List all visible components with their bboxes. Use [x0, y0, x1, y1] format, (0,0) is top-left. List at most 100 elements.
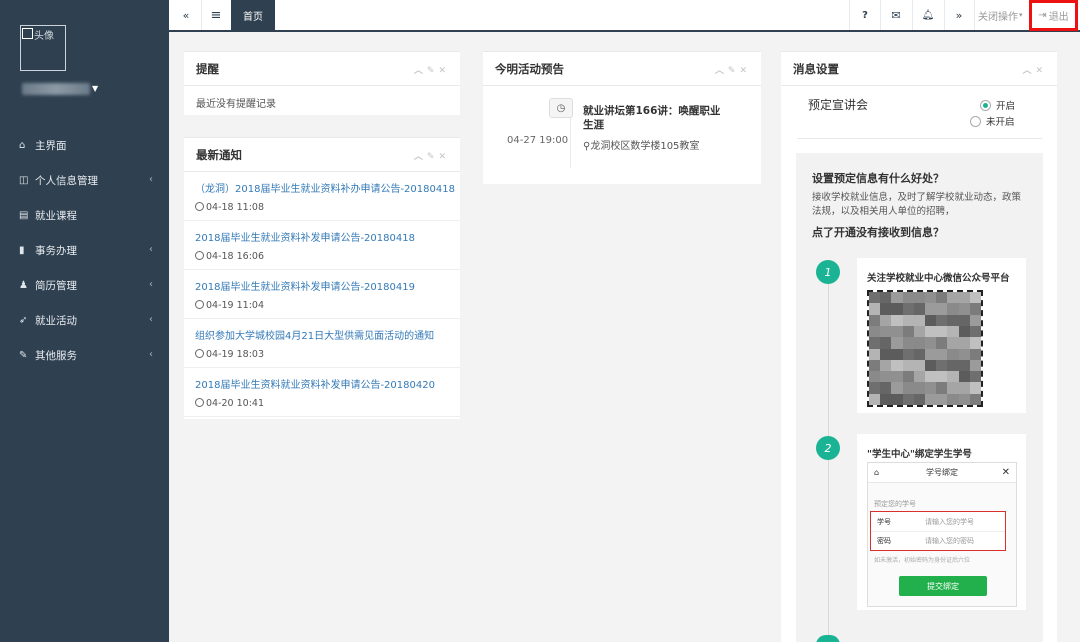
close-icon: ✕: [1001, 467, 1010, 478]
collapse-icon[interactable]: ︿: [414, 66, 427, 76]
notice-link[interactable]: 组织参加大学城校园4月21日大型供需见面活动的通知: [195, 327, 449, 342]
notices-title: 最新通知: [196, 147, 242, 162]
divider: [201, 0, 202, 30]
wrench-icon[interactable]: ✎: [728, 66, 740, 76]
scroll-left-icon[interactable]: «: [173, 0, 199, 30]
mini-student-placeholder: 请输入您的学号: [925, 517, 974, 526]
sitemap-icon: ♟: [19, 280, 28, 291]
step-number-partial: [816, 635, 840, 642]
sidebar-item[interactable]: ◫ 个人信息管理 ‹: [0, 163, 169, 198]
chevron-left-icon: ‹: [149, 174, 153, 185]
sidebar-item-label: 事务办理: [35, 245, 77, 257]
logout-label: 退出: [1048, 12, 1069, 23]
notice-time-text: 04-18 11:08: [206, 202, 265, 213]
mini-submit-button: 提交绑定: [899, 576, 987, 596]
reminder-empty-text: 最近没有提醒记录: [196, 99, 276, 110]
activity-title: 今明活动预告: [495, 61, 564, 76]
bell-icon[interactable]: 🔔︎: [913, 0, 943, 30]
benefit-text: 接收学校就业信息，及时了解学校就业动态，政策法规，以及相关用人单位的招聘，: [812, 192, 1022, 217]
notice-link[interactable]: 2018届毕业生就业资料补发申请公告-20180418: [195, 229, 449, 244]
step2-title: "学生中心"绑定学生学号: [867, 449, 972, 460]
notice-link[interactable]: 2018届毕业生资料就业资料补发申请公告-20180420: [195, 376, 449, 391]
avatar[interactable]: 头像: [20, 25, 66, 71]
binding-screenshot: ⌂ 学号绑定 ✕ 预定您的学号 学号 请输入您的学号 密码 请输入您的密码 如未激活…: [867, 462, 1017, 607]
help-icon[interactable]: ?: [851, 0, 879, 30]
notice-link[interactable]: （龙洞）2018届毕业生就业资料补办申请公告-20180418: [195, 180, 455, 195]
notice-item: 2018届毕业生就业资料补发申请公告-20180418 04-18 16:06: [184, 221, 460, 270]
mini-student-row: 学号 请输入您的学号: [871, 512, 1005, 531]
notice-item: 2018届毕业生资料就业资料补发申请公告-20180420 04-20 10:41: [184, 368, 460, 417]
reminder-panel: 提醒 ︿✎✕ 最近没有提醒记录: [184, 51, 460, 115]
caret-down-icon: ▾: [1019, 11, 1023, 19]
benefit-heading: 设置预定信息有什么好处？: [812, 172, 944, 185]
username-redacted[interactable]: [22, 83, 90, 95]
file-icon: ▮: [19, 245, 25, 256]
rocket-icon: ➶: [19, 315, 28, 326]
clock-icon: [195, 251, 204, 260]
notice-time: 04-20 10:41: [195, 398, 449, 409]
radio-off-label: 未开启: [986, 117, 1015, 128]
sidebar-item-label: 就业课程: [35, 210, 77, 222]
sidebar-item[interactable]: ▮ 事务办理 ‹: [0, 233, 169, 268]
close-icon[interactable]: ✕: [1035, 66, 1047, 76]
notice-item: （龙洞）2018届毕业生就业资料补办申请公告-20180418 04-18 11:…: [184, 172, 460, 221]
sidebar-item-label: 就业活动: [35, 315, 77, 327]
sidebar-item-label: 其他服务: [35, 350, 77, 362]
scroll-right-icon[interactable]: »: [945, 0, 973, 30]
wrench-icon[interactable]: ✎: [427, 66, 439, 76]
clock-icon: [195, 398, 204, 407]
clock-icon: [195, 300, 204, 309]
notice-list: （龙洞）2018届毕业生就业资料补办申请公告-20180418 04-18 11:…: [184, 172, 460, 417]
notice-time-text: 04-18 16:06: [206, 251, 265, 262]
panel-title: 今明活动预告 ︿✎✕: [483, 52, 761, 86]
panel-tools[interactable]: ︿✎✕: [715, 63, 751, 76]
sidebar-item[interactable]: ♟ 简历管理 ‹: [0, 268, 169, 303]
panel-tools[interactable]: ︿✕: [1022, 63, 1047, 76]
notice-time: 04-19 11:04: [195, 300, 449, 311]
option-label: 预定宣讲会: [808, 98, 869, 112]
collapse-icon[interactable]: ︿: [1022, 66, 1035, 76]
sidebar-menu: ⌂ 主界面 ◫ 个人信息管理 ‹ ▤ 就业课程 ▮ 事务办理 ‹ ♟ 简历管理 ‹ ➶ 就业活动 ‹ ✎ 其他服务…: [0, 128, 169, 373]
radio-on-option[interactable]: 开启: [980, 98, 1015, 112]
step-number: 1: [816, 260, 840, 284]
sidebar-item[interactable]: ▤ 就业课程: [0, 198, 169, 233]
logout-button[interactable]: ⇥ 退出: [1029, 0, 1078, 31]
wrench-icon[interactable]: ✎: [427, 152, 439, 162]
close-icon[interactable]: ✕: [438, 152, 450, 162]
sidebar-item[interactable]: ⌂ 主界面: [0, 128, 169, 163]
sidebar-item[interactable]: ➶ 就业活动 ‹: [0, 303, 169, 338]
notice-time: 04-18 16:06: [195, 251, 449, 262]
reminder-title: 提醒: [196, 61, 219, 76]
close-operations-dropdown[interactable]: 关闭操作 ▾: [978, 0, 1023, 30]
collapse-icon[interactable]: ︿: [715, 66, 728, 76]
close-icon[interactable]: ✕: [739, 66, 751, 76]
activity-event-title[interactable]: 就业讲坛第166讲：唤醒职业生涯: [583, 104, 723, 132]
mail-icon[interactable]: ✉: [881, 0, 911, 30]
activity-location: ⚲龙洞校区数学楼105教室: [583, 137, 699, 152]
mini-hint: 预定您的学号: [874, 500, 916, 508]
panel-tools[interactable]: ︿✎✕: [414, 149, 450, 162]
menu-toggle-icon[interactable]: ≡: [203, 0, 229, 30]
sidebar: 头像 ▼ ⌂ 主界面 ◫ 个人信息管理 ‹ ▤ 就业课程 ▮ 事务办理 ‹ ♟ 简历管理 ‹ ➶ 就业活动 ‹…: [0, 0, 169, 642]
radio-unchecked-icon[interactable]: [970, 116, 981, 127]
tab-home[interactable]: 首页: [231, 0, 275, 30]
notice-link[interactable]: 2018届毕业生就业资料补发申请公告-20180419: [195, 278, 449, 293]
chevron-left-icon: ‹: [149, 349, 153, 360]
collapse-icon[interactable]: ︿: [414, 152, 427, 162]
book-icon: ▤: [19, 210, 29, 221]
caret-down-icon[interactable]: ▼: [92, 84, 98, 93]
radio-checked-icon[interactable]: [980, 100, 991, 111]
close-icon[interactable]: ✕: [438, 66, 450, 76]
avatar-alt-text: 头像: [34, 31, 54, 42]
notice-time-text: 04-19 18:03: [206, 349, 265, 360]
settings-title: 消息设置: [793, 61, 839, 76]
timeline-line: [570, 118, 571, 168]
chevron-left-icon: ‹: [149, 314, 153, 325]
mini-password-label: 密码: [877, 537, 891, 545]
qr-code-image: [867, 290, 983, 407]
activity-location-text: 龙洞校区数学楼105教室: [590, 141, 700, 152]
radio-off-option[interactable]: 未开启: [970, 114, 1015, 128]
panel-tools[interactable]: ︿✎✕: [414, 63, 450, 76]
sign-out-icon: ⇥: [1038, 10, 1047, 21]
sidebar-item[interactable]: ✎ 其他服务 ‹: [0, 338, 169, 373]
